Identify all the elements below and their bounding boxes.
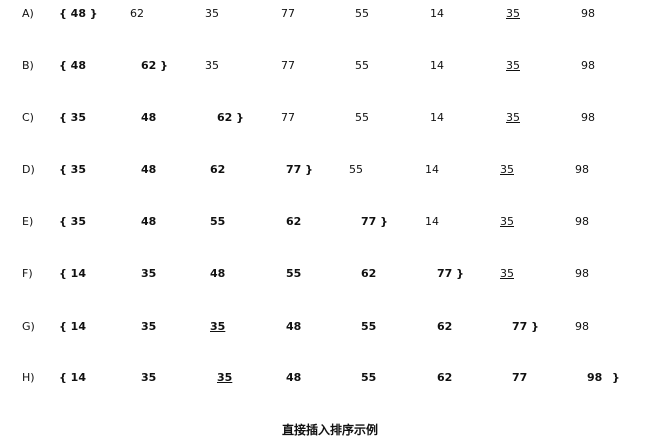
- array-element: 35: [506, 111, 520, 124]
- array-element: 35: [500, 267, 514, 280]
- sort-step-row: A) { 48 } 62 35 77 55 14 35 98: [0, 6, 660, 22]
- array-element: 77: [512, 371, 528, 384]
- array-element: 98: [581, 59, 595, 72]
- array-element: 35: [141, 320, 157, 333]
- array-element: 55: [286, 267, 302, 280]
- array-element: { 35: [59, 111, 86, 124]
- row-label: A): [22, 7, 34, 20]
- sort-step-row: G) { 14 35 35 48 55 62 77 } 98: [0, 319, 660, 335]
- array-element: 35: [217, 371, 233, 384]
- row-label: G): [22, 320, 35, 333]
- array-element: 48: [286, 320, 302, 333]
- array-element: 98: [587, 371, 603, 384]
- sort-step-row: C) { 35 48 62 } 77 55 14 35 98: [0, 110, 660, 126]
- array-element: 48: [141, 163, 157, 176]
- array-element: 62: [210, 163, 226, 176]
- row-label: F): [22, 267, 33, 280]
- array-element: 77 }: [286, 163, 313, 176]
- array-element: 98: [581, 7, 595, 20]
- array-element: 14: [425, 215, 439, 228]
- array-element: 98: [575, 163, 589, 176]
- array-element: 35: [141, 267, 157, 280]
- sort-step-row: E) { 35 48 55 62 77 } 14 35 98: [0, 214, 660, 230]
- array-element: 55: [355, 59, 369, 72]
- array-element: 14: [425, 163, 439, 176]
- array-element: 55: [361, 320, 377, 333]
- row-label: H): [22, 371, 35, 384]
- array-element: 48: [141, 215, 157, 228]
- array-element: 35: [205, 7, 219, 20]
- array-element: 55: [210, 215, 226, 228]
- array-element: 77 }: [361, 215, 388, 228]
- array-element: 98: [575, 267, 589, 280]
- sort-step-row: B) { 48 62 } 35 77 55 14 35 98: [0, 58, 660, 74]
- array-element: 14: [430, 111, 444, 124]
- array-element: 14: [430, 59, 444, 72]
- array-element: 35: [141, 371, 157, 384]
- array-element: { 14: [59, 267, 86, 280]
- array-element: 77 }: [437, 267, 464, 280]
- sort-step-row: F) { 14 35 48 55 62 77 } 35 98: [0, 266, 660, 282]
- array-element: 35: [506, 59, 520, 72]
- array-element: 77: [281, 59, 295, 72]
- array-element: 62: [437, 320, 453, 333]
- array-element: 48: [210, 267, 226, 280]
- array-element: 14: [430, 7, 444, 20]
- array-element: { 48: [59, 59, 86, 72]
- array-element: 48: [286, 371, 302, 384]
- array-element: { 14: [59, 371, 86, 384]
- array-element: 62: [437, 371, 453, 384]
- array-element: 55: [361, 371, 377, 384]
- array-element: 48: [141, 111, 157, 124]
- array-element: 35: [500, 163, 514, 176]
- array-element: 35: [210, 320, 226, 333]
- array-element: 62: [286, 215, 302, 228]
- array-element: 55: [355, 111, 369, 124]
- sort-step-row: H) { 14 35 35 48 55 62 77 98}: [0, 370, 660, 386]
- array-element: 55: [349, 163, 363, 176]
- sort-step-row: D) { 35 48 62 77 } 55 14 35 98: [0, 162, 660, 178]
- row-label: B): [22, 59, 34, 72]
- array-element: 77 }: [512, 320, 539, 333]
- figure-caption: 直接插入排序示例: [281, 423, 378, 437]
- array-element: { 14: [59, 320, 86, 333]
- array-element: 98: [581, 111, 595, 124]
- array-element: 62 }: [141, 59, 168, 72]
- row-label: C): [22, 111, 34, 124]
- array-element: }: [612, 371, 620, 384]
- array-element: 77: [281, 7, 295, 20]
- array-element: 62 }: [217, 111, 244, 124]
- array-element: { 48 }: [59, 7, 98, 20]
- array-element: 35: [506, 7, 520, 20]
- row-label: D): [22, 163, 35, 176]
- array-element: 35: [500, 215, 514, 228]
- array-element: 77: [281, 111, 295, 124]
- array-element: 98: [575, 320, 589, 333]
- row-label: E): [22, 215, 34, 228]
- array-element: 98: [575, 215, 589, 228]
- array-element: { 35: [59, 215, 86, 228]
- array-element: 62: [130, 7, 144, 20]
- array-element: 55: [355, 7, 369, 20]
- array-element: { 35: [59, 163, 86, 176]
- array-element: 62: [361, 267, 377, 280]
- array-element: 35: [205, 59, 219, 72]
